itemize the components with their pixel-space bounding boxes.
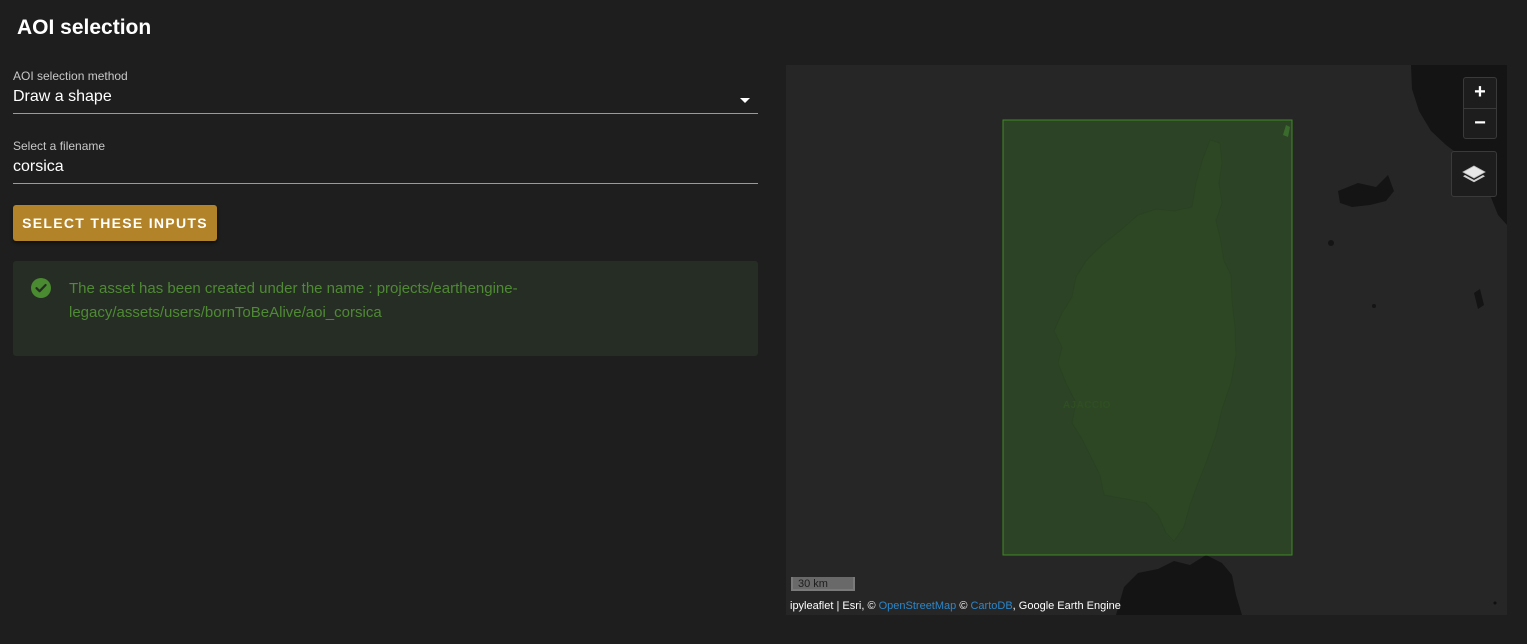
- layers-icon: [1462, 165, 1486, 183]
- chevron-down-icon[interactable]: [740, 98, 750, 103]
- success-alert: The asset has been created under the nam…: [13, 261, 758, 356]
- city-label-ajaccio: AJACCIO: [1063, 400, 1111, 411]
- zoom-out-button[interactable]: −: [1464, 109, 1496, 138]
- aoi-method-value[interactable]: Draw a shape: [13, 88, 758, 106]
- scale-bar: 30 km: [791, 577, 855, 591]
- attribution-prefix: ipyleaflet | Esri, ©: [790, 600, 879, 612]
- islet: [1328, 240, 1334, 246]
- attribution-middle: ©: [956, 600, 971, 612]
- map-attribution: ipyleaflet | Esri, © OpenStreetMap © Car…: [790, 600, 1121, 612]
- filename-input[interactable]: corsica: [13, 158, 758, 176]
- filename-underline: [13, 183, 758, 184]
- layers-button[interactable]: [1451, 151, 1497, 197]
- basemap[interactable]: [786, 65, 1507, 615]
- openstreetmap-link[interactable]: OpenStreetMap: [879, 600, 957, 612]
- filename-field[interactable]: Select a filename corsica: [13, 139, 758, 184]
- islet: [1372, 304, 1376, 308]
- island-small: [1474, 289, 1484, 309]
- zoom-control: + −: [1463, 77, 1497, 139]
- alert-message: The asset has been created under the nam…: [69, 280, 518, 321]
- islet: [1493, 601, 1497, 605]
- select-inputs-button[interactable]: SELECT THESE INPUTS: [13, 205, 217, 241]
- page-title: AOI selection: [17, 16, 152, 39]
- aoi-method-label: AOI selection method: [13, 69, 128, 83]
- island-elba: [1338, 175, 1394, 207]
- map-view[interactable]: AJACCIO + − 30 km ipyleaflet | Esri, © O…: [786, 65, 1507, 615]
- attribution-suffix: , Google Earth Engine: [1012, 600, 1121, 612]
- coast-sardinia: [1116, 555, 1242, 615]
- cartodb-link[interactable]: CartoDB: [970, 600, 1012, 612]
- zoom-in-button[interactable]: +: [1464, 78, 1496, 107]
- aoi-method-underline: [13, 113, 758, 114]
- check-circle-icon: [31, 278, 51, 298]
- filename-label: Select a filename: [13, 139, 106, 153]
- aoi-method-select[interactable]: AOI selection method Draw a shape: [13, 69, 758, 114]
